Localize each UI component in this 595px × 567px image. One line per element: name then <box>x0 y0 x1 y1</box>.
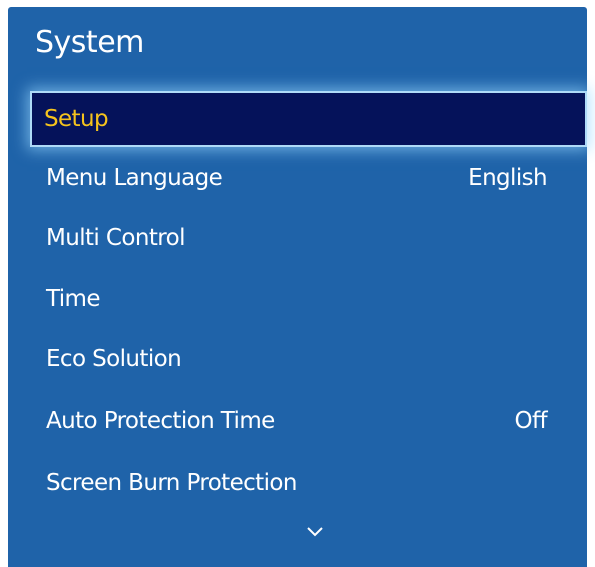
menu-item-label: Eco Solution <box>46 346 182 372</box>
menu-item-label: Setup <box>44 106 109 132</box>
menu-item-label: Menu Language <box>46 165 223 191</box>
menu-item-value: Off <box>514 408 548 434</box>
menu-item-time[interactable]: Time <box>32 273 585 325</box>
menu-item-menu-language[interactable]: Menu Language English <box>32 152 585 204</box>
system-menu-panel: System Setup Menu Language English Multi… <box>8 7 587 567</box>
menu-item-eco-solution[interactable]: Eco Solution <box>32 333 585 385</box>
menu-item-screen-burn-protection[interactable]: Screen Burn Protection <box>32 457 585 509</box>
menu-item-auto-protection-time[interactable]: Auto Protection Time Off <box>32 395 585 447</box>
chevron-down-icon[interactable] <box>305 525 325 539</box>
menu-item-label: Auto Protection Time <box>46 408 275 434</box>
menu-title: System <box>35 25 144 60</box>
menu-item-setup[interactable]: Setup <box>32 93 585 145</box>
menu-item-label: Time <box>46 286 100 312</box>
menu-item-value: English <box>468 165 547 191</box>
menu-item-label: Screen Burn Protection <box>46 470 297 496</box>
menu-item-label: Multi Control <box>46 225 185 251</box>
menu-item-multi-control[interactable]: Multi Control <box>32 212 585 264</box>
